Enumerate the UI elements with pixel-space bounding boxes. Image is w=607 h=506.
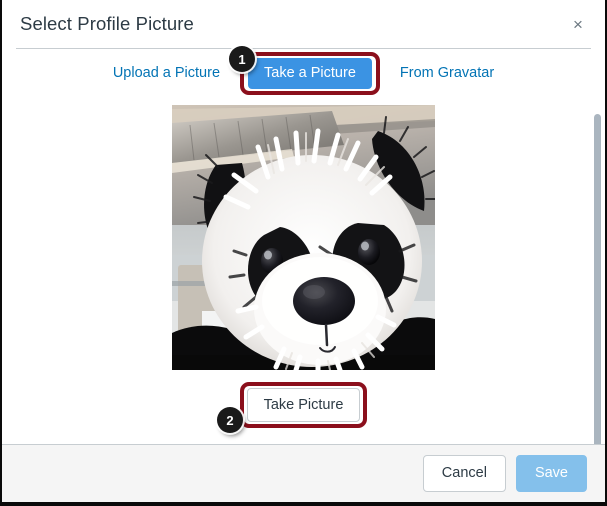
screenshot-root: Select Profile Picture × Upload a Pictur… bbox=[0, 0, 607, 506]
tab-from-gravatar-wrap: From Gravatar bbox=[388, 58, 506, 89]
dialog-header: Select Profile Picture × bbox=[2, 0, 605, 48]
select-profile-picture-dialog: Select Profile Picture × Upload a Pictur… bbox=[2, 0, 605, 502]
tab-take-a-picture-wrap: Take a Picture bbox=[240, 52, 380, 95]
tab-take-a-picture[interactable]: Take a Picture bbox=[248, 58, 372, 89]
picture-source-tabs: Upload a Picture Take a Picture From Gra… bbox=[2, 49, 605, 95]
annotation-badge-2: 2 bbox=[217, 407, 243, 433]
dialog-footer: Cancel Save bbox=[2, 444, 605, 502]
dialog-body: Upload a Picture Take a Picture From Gra… bbox=[2, 49, 605, 444]
take-picture-row: Take Picture bbox=[2, 381, 605, 429]
close-icon[interactable]: × bbox=[563, 9, 593, 39]
annotation-badge-1: 1 bbox=[229, 46, 255, 72]
cancel-button[interactable]: Cancel bbox=[422, 455, 506, 492]
webcam-preview bbox=[172, 104, 435, 370]
tab-upload-a-picture-wrap: Upload a Picture bbox=[101, 58, 232, 89]
page-title: Select Profile Picture bbox=[20, 12, 194, 34]
save-button[interactable]: Save bbox=[515, 455, 587, 492]
tab-from-gravatar[interactable]: From Gravatar bbox=[388, 58, 506, 89]
tab-upload-a-picture[interactable]: Upload a Picture bbox=[101, 58, 232, 89]
take-picture-button[interactable]: Take Picture bbox=[246, 387, 361, 423]
panda-mascot-photo bbox=[172, 104, 435, 370]
webcam-preview-area bbox=[2, 104, 605, 370]
scrollbar-thumb[interactable] bbox=[594, 114, 601, 444]
take-picture-wrap: Take Picture bbox=[239, 381, 368, 429]
